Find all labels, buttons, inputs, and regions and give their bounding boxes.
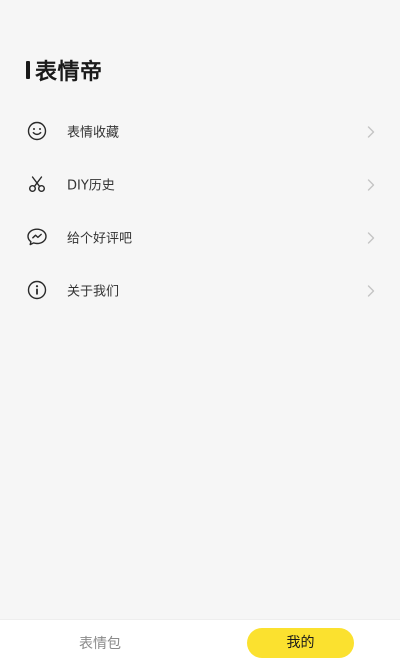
menu-item-label: DIY历史: [67, 178, 115, 193]
chevron-right-icon: [366, 124, 376, 138]
chevron-right-icon: [366, 230, 376, 244]
chat-bubble-icon: [26, 226, 48, 248]
tab-mine[interactable]: 我的: [247, 628, 354, 658]
menu-item-about-us[interactable]: 关于我们: [0, 263, 400, 316]
smiley-face-icon: [26, 120, 48, 142]
bottom-tab-bar: 表情包 我的: [0, 619, 400, 666]
tab-sticker-packs[interactable]: 表情包: [50, 633, 150, 653]
chevron-right-icon: [366, 283, 376, 297]
menu-item-diy-history[interactable]: DIY历史: [0, 157, 400, 210]
scissors-icon: [26, 173, 48, 195]
menu-item-label: 表情收藏: [67, 125, 120, 140]
status-bar: [0, 0, 400, 24]
menu-item-label: 关于我们: [67, 284, 120, 299]
page-title-text: 表情帝: [35, 60, 103, 85]
menu-item-rate-us[interactable]: 给个好评吧: [0, 210, 400, 263]
menu-item-favorites[interactable]: 表情收藏: [0, 104, 400, 157]
settings-menu: 表情收藏 DIY历史 给个好评吧 关于我们: [0, 104, 400, 316]
menu-item-label: 给个好评吧: [67, 231, 133, 246]
chevron-right-icon: [366, 177, 376, 191]
info-icon: [26, 279, 48, 301]
title-accent-bar: [26, 61, 30, 79]
page-title: 表情帝: [26, 54, 103, 86]
